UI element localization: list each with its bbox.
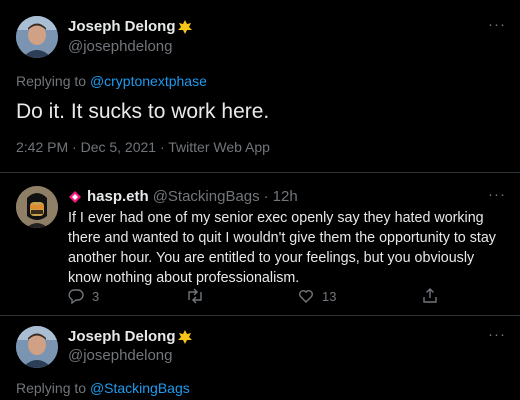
like-count: 13 — [322, 288, 337, 304]
replying-to: Replying to @StackingBags — [16, 380, 190, 396]
replying-to-link[interactable]: @cryptonextphase — [90, 73, 207, 89]
author-name[interactable]: Joseph Delong — [68, 18, 176, 35]
reply-time[interactable]: 12h — [273, 188, 298, 205]
reply-text: If I ever had one of my senior exec open… — [68, 210, 496, 286]
author-handle[interactable]: @josephdelong — [68, 38, 172, 55]
retweet-icon — [186, 288, 204, 304]
reply-icon — [68, 288, 84, 304]
replying-prefix: Replying to — [16, 380, 87, 396]
author-name[interactable]: Joseph Delong — [68, 328, 176, 345]
tweet-text: Do it. It sucks to work here. — [16, 100, 270, 123]
more-dots-icon[interactable]: ··· — [488, 16, 506, 33]
replying-prefix: Replying to — [16, 73, 87, 89]
tweet-meta[interactable]: 2:42 PM · Dec 5, 2021 · Twitter Web App — [16, 139, 270, 155]
divider — [0, 172, 520, 173]
reply-author-name[interactable]: hasp.eth — [87, 188, 149, 205]
reply-button[interactable]: 3 — [68, 288, 99, 304]
replying-to-link[interactable]: @StackingBags — [90, 380, 190, 396]
reply-header: hasp.eth @StackingBags · 12h — [68, 188, 298, 205]
avatar[interactable] — [16, 16, 58, 58]
share-icon — [422, 288, 438, 304]
replying-to: Replying to @cryptonextphase — [16, 73, 207, 89]
reply-avatar[interactable] — [16, 186, 58, 228]
heart-icon — [298, 288, 314, 304]
author-handle[interactable]: @josephdelong — [68, 347, 172, 364]
like-button[interactable]: 13 — [298, 288, 336, 304]
share-button[interactable] — [422, 288, 438, 304]
avatar[interactable] — [16, 326, 58, 368]
reply-count: 3 — [92, 288, 100, 304]
more-dots-icon[interactable]: ··· — [488, 326, 506, 343]
nft-diamond-icon — [68, 190, 82, 204]
reply-more-dots-icon[interactable]: ··· — [488, 186, 506, 203]
divider — [0, 315, 520, 316]
sushi-badge-icon — [176, 328, 194, 346]
reply-author-handle[interactable]: @StackingBags — [153, 188, 260, 205]
sushi-badge-icon — [176, 18, 194, 36]
reply-separator: · — [263, 188, 269, 205]
retweet-button[interactable] — [186, 288, 204, 304]
